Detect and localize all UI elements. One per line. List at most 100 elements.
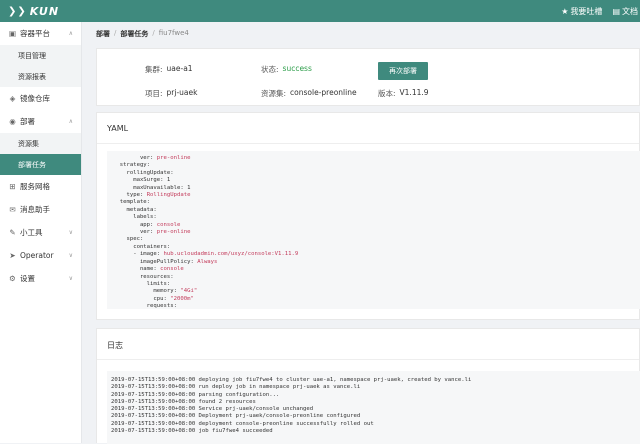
yaml-key: labels: <box>113 214 157 221</box>
yaml-line: limits: <box>113 281 640 288</box>
log-title: 日志 <box>107 341 123 350</box>
yaml-line: requests: <box>113 303 640 309</box>
deploy-icon: ◉ <box>9 117 16 126</box>
status-field: 状态: success <box>261 64 312 75</box>
yaml-line: metadata: <box>113 207 640 214</box>
operator-icon: ➤ <box>9 251 16 260</box>
yaml-key: metadata: <box>113 206 157 213</box>
sidebar-item-message-assistant[interactable]: ✉ 消息助手 <box>0 198 81 221</box>
sidebar-group-label: Operator <box>20 251 54 260</box>
yaml-key: maxUnavailable: 1 <box>113 184 191 191</box>
yaml-key: ver: <box>113 229 157 236</box>
yaml-value: "2000m" <box>170 295 194 302</box>
star-icon: ★ <box>561 6 569 16</box>
cluster-label: 集群: <box>145 65 163 74</box>
project-label: 项目: <box>145 89 163 98</box>
grid-icon: ⊞ <box>9 182 16 191</box>
cluster-field: 集群: uae-a1 <box>145 64 193 75</box>
yaml-value: "4Gi" <box>180 288 198 295</box>
top-bar: ❯❯ KUN ★ 我要吐槽 ▤ 文档 <box>0 0 640 22</box>
breadcrumb-deploy[interactable]: 部署 <box>96 29 110 39</box>
sidebar-group-deploy[interactable]: ◉ 部署 ∧ <box>0 110 81 133</box>
job-info-card: 集群: uae-a1 状态: success 再次部署 项目: prj-uaek… <box>96 48 640 106</box>
yaml-key: cpu: <box>113 295 171 302</box>
docs-label: 文档 <box>622 6 638 16</box>
kun-logo-icon: ❯❯ <box>8 5 27 17</box>
redeploy-button[interactable]: 再次部署 <box>378 62 428 80</box>
yaml-line: maxUnavailable: 1 <box>113 185 640 192</box>
breadcrumb-deploy-task[interactable]: 部署任务 <box>120 29 148 39</box>
yaml-line: memory: "4Gi" <box>113 288 640 295</box>
docs-link[interactable]: ▤ 文档 <box>612 6 638 17</box>
yaml-value: pre-online <box>156 229 191 236</box>
log-line: 2019-07-15T13:59:00+08:00 Service prj-ua… <box>111 406 314 413</box>
version-label: 版本: <box>378 89 396 98</box>
chevron-down-icon: ∨ <box>68 275 73 282</box>
yaml-key: limits: <box>113 280 171 287</box>
sidebar: ▣ 容器平台 ∧ 项目管理 资源报表 ◈ 镜像仓库 ◉ 部署 ∧ 资源集 部署任… <box>0 22 82 443</box>
document-icon: ▤ <box>612 6 620 16</box>
sidebar-group-settings[interactable]: ⚙ 设置 ∨ <box>0 267 81 290</box>
log-line: 2019-07-15T13:59:00+08:00 deployment con… <box>111 420 374 427</box>
sidebar-item-project-mgmt[interactable]: 项目管理 <box>0 45 81 66</box>
divider <box>97 359 639 360</box>
sidebar-item-image-registry[interactable]: ◈ 镜像仓库 <box>0 87 81 110</box>
yaml-code-viewer[interactable]: ver: pre-online strategy: rollingUpdate:… <box>107 151 640 309</box>
yaml-value: hub.ucloudadmin.com/uxyz/console:V1.11.9 <box>163 251 299 258</box>
logo[interactable]: ❯❯ KUN <box>8 5 59 18</box>
chevron-up-icon: ∧ <box>68 118 73 125</box>
logo-text: KUN <box>29 4 60 18</box>
yaml-line: imagePullPolicy: Always <box>113 259 640 266</box>
log-line: 2019-07-15T13:59:00+08:00 parsing config… <box>111 391 280 398</box>
sidebar-group-label: 设置 <box>20 274 35 283</box>
yaml-value: RollingUpdate <box>146 192 191 199</box>
sidebar-group-label: 消息助手 <box>20 205 50 214</box>
gear-icon: ⚙ <box>9 274 16 283</box>
sidebar-group-tools[interactable]: ✎ 小工具 ∨ <box>0 221 81 244</box>
yaml-value: console <box>160 266 184 273</box>
yaml-line: rollingUpdate: <box>113 170 640 177</box>
yaml-line: - image: hub.ucloudadmin.com/uxyz/consol… <box>113 251 640 258</box>
chevron-down-icon: ∨ <box>68 229 73 236</box>
yaml-key: type: <box>113 192 147 199</box>
yaml-line: cpu: "2000m" <box>113 296 640 303</box>
sidebar-group-label: 部署 <box>20 117 35 126</box>
sidebar-group-operator[interactable]: ➤ Operator ∨ <box>0 244 81 267</box>
breadcrumb-current: fiu7fwe4 <box>158 29 189 37</box>
sidebar-item-deploy-task[interactable]: 部署任务 <box>0 154 81 175</box>
yaml-key: resources: <box>113 273 174 280</box>
log-line: 2019-07-15T13:59:00+08:00 Deployment prj… <box>111 413 361 420</box>
yaml-line: spec: <box>113 236 640 243</box>
breadcrumb-separator: / <box>114 29 117 37</box>
yaml-line: ver: pre-online <box>113 229 640 236</box>
sidebar-item-resource-set[interactable]: 资源集 <box>0 133 81 154</box>
message-icon: ✉ <box>9 205 16 214</box>
box-icon: ◈ <box>9 94 16 103</box>
yaml-line: containers: <box>113 244 640 251</box>
yaml-key: maxSurge: 1 <box>113 177 171 184</box>
feedback-link[interactable]: ★ 我要吐槽 <box>561 6 602 17</box>
tool-icon: ✎ <box>9 228 16 237</box>
yaml-line: name: console <box>113 266 640 273</box>
sidebar-item-service-mesh[interactable]: ⊞ 服务网格 <box>0 175 81 198</box>
yaml-line: ver: pre-online <box>113 155 640 162</box>
sidebar-group-label: 容器平台 <box>20 29 50 38</box>
project-value: prj-uaek <box>166 88 198 97</box>
project-field: 项目: prj-uaek <box>145 88 197 99</box>
yaml-key: containers: <box>113 243 171 250</box>
log-line: 2019-07-15T13:59:00+08:00 found 2 resour… <box>111 398 256 405</box>
resource-set-label: 资源集: <box>261 89 287 98</box>
yaml-line: maxSurge: 1 <box>113 177 640 184</box>
yaml-line: strategy: <box>113 162 640 169</box>
sidebar-group-label: 镜像仓库 <box>20 94 50 103</box>
status-label: 状态: <box>261 65 279 74</box>
yaml-key: template: <box>113 199 151 206</box>
yaml-value: Always <box>197 258 218 265</box>
version-field: 版本: V1.11.9 <box>378 88 429 99</box>
sidebar-group-container-platform[interactable]: ▣ 容器平台 ∧ <box>0 22 81 45</box>
log-viewer[interactable]: 2019-07-15T13:59:00+08:00 deploying job … <box>107 371 640 444</box>
sidebar-item-resource-report[interactable]: 资源报表 <box>0 66 81 87</box>
breadcrumb: 部署 / 部署任务 / fiu7fwe4 <box>96 29 189 39</box>
yaml-key: name: <box>113 266 161 273</box>
chevron-down-icon: ∨ <box>68 252 73 259</box>
